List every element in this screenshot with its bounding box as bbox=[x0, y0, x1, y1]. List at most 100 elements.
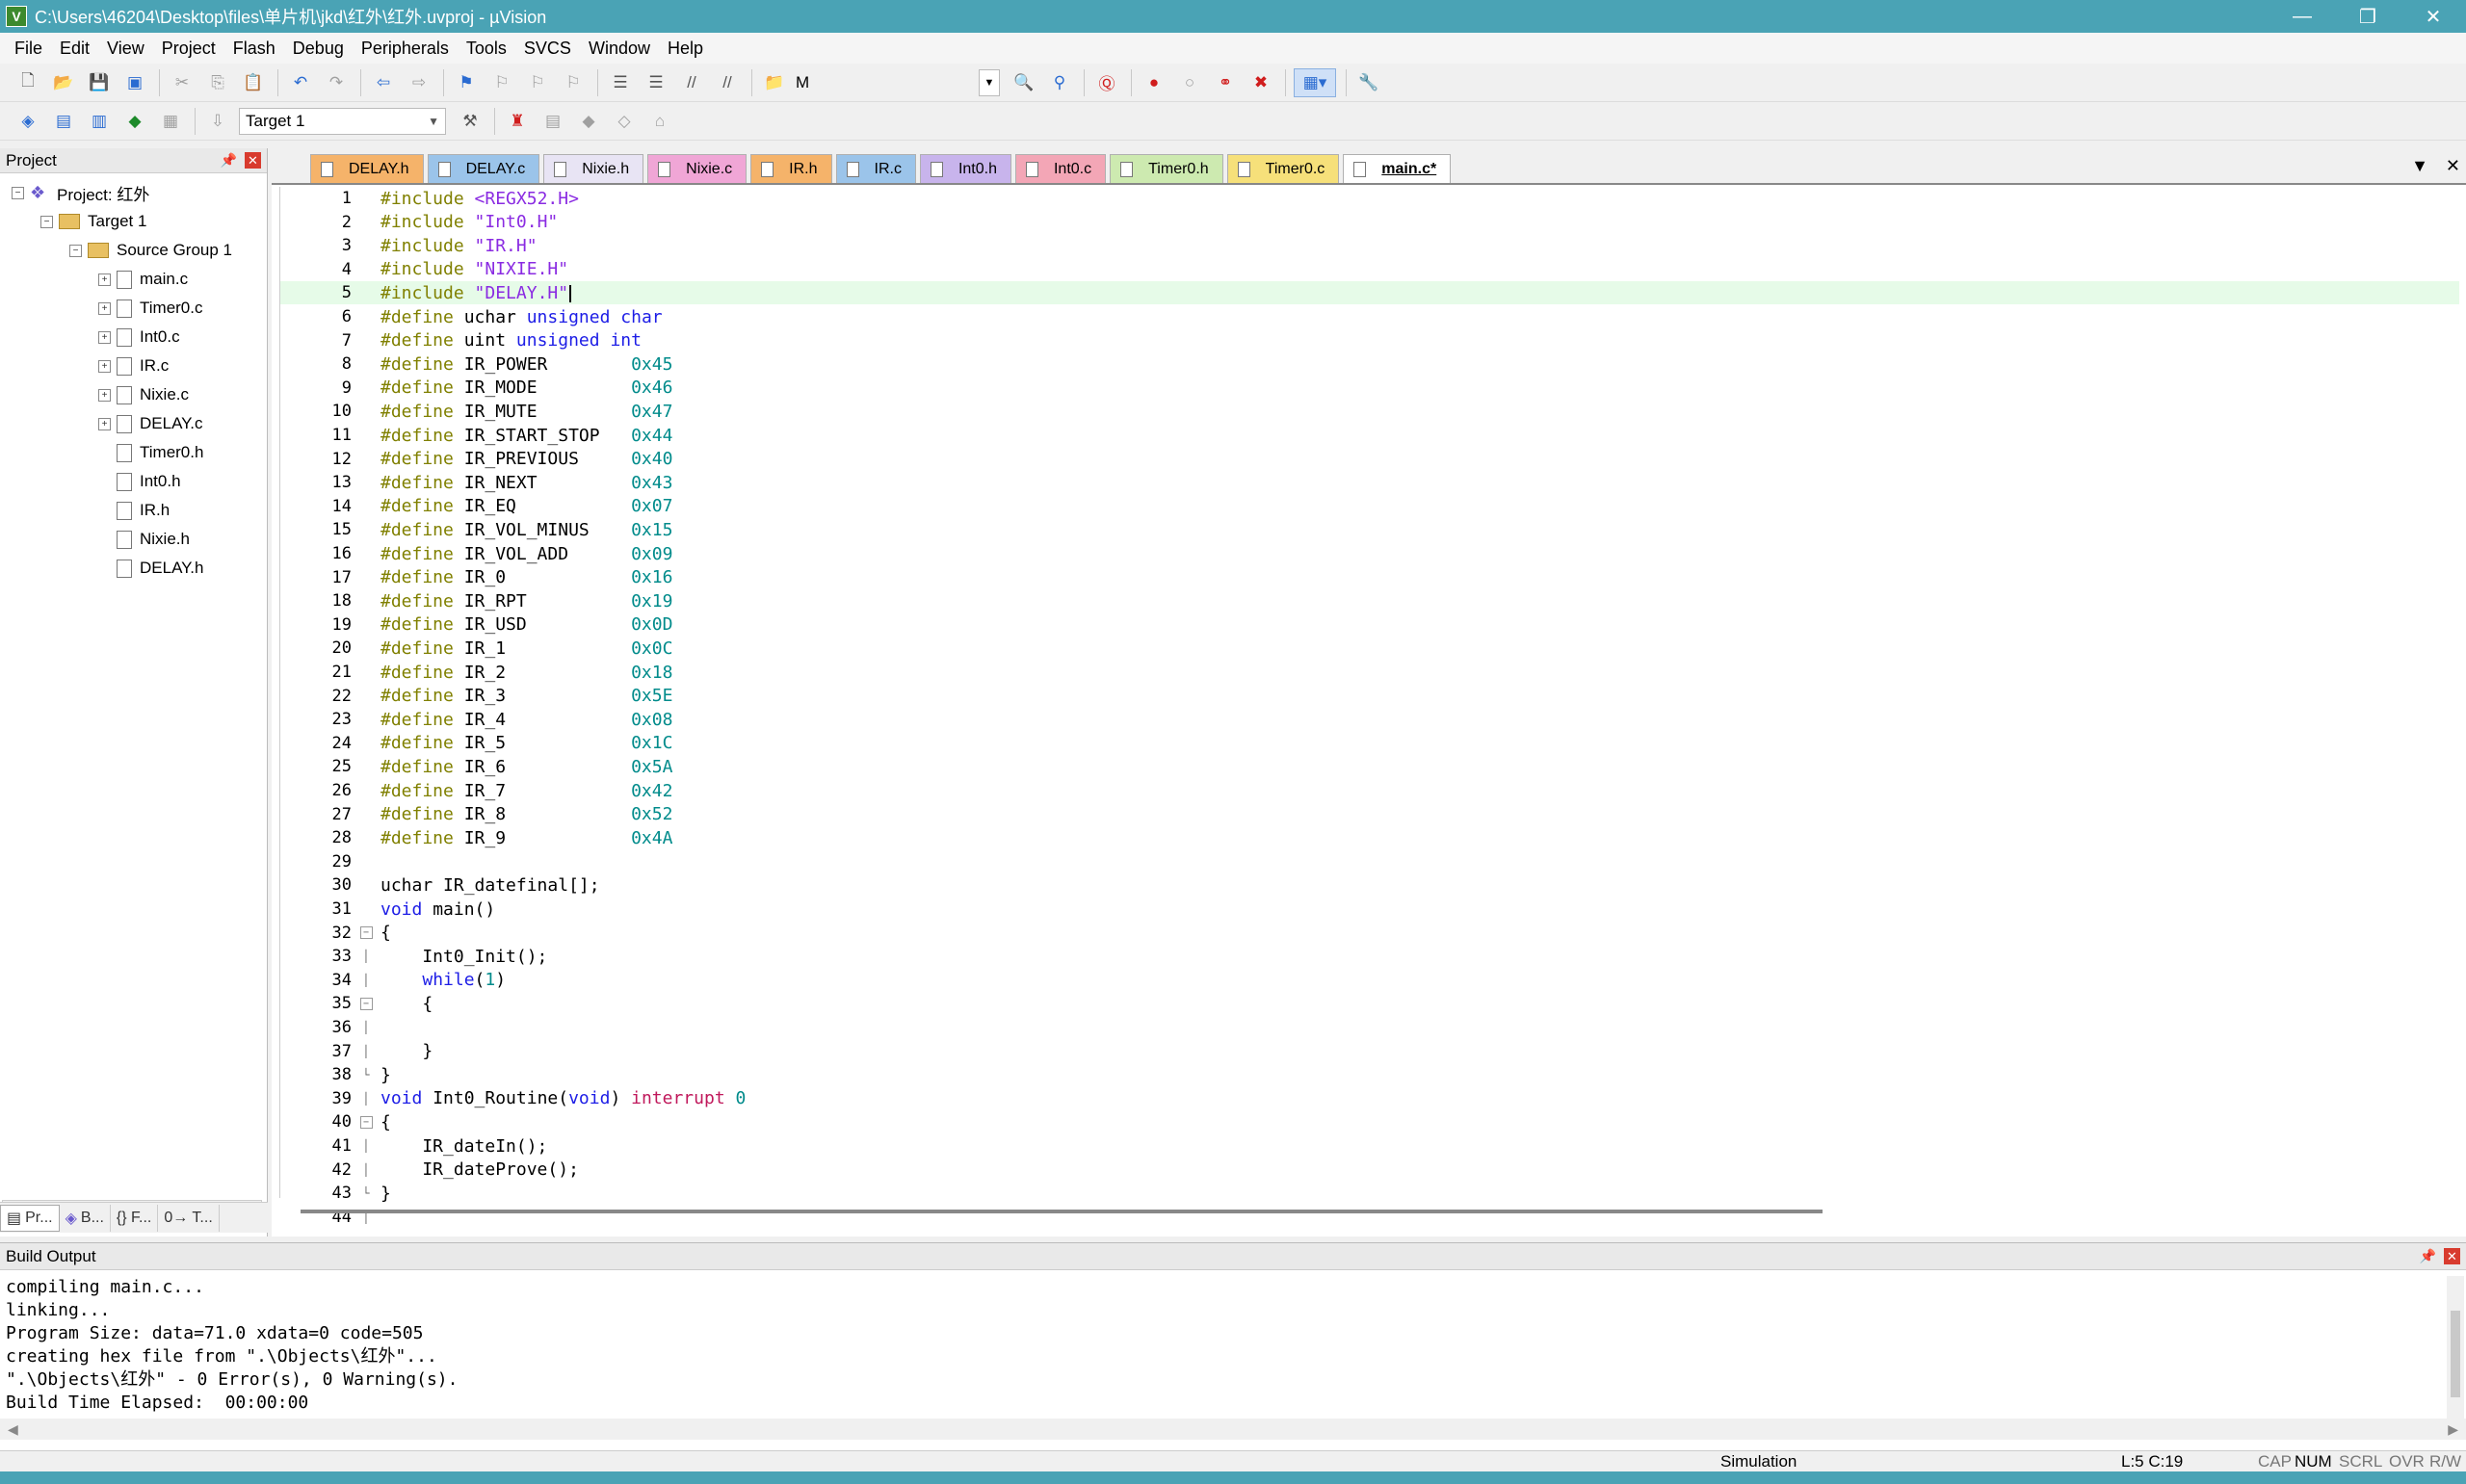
copy-icon[interactable]: ⎘ bbox=[203, 68, 232, 97]
tree-file[interactable]: + IR.c bbox=[98, 352, 169, 379]
manage-project-items-icon[interactable]: ♜ bbox=[503, 107, 532, 136]
close-button[interactable]: ✕ bbox=[2400, 0, 2466, 33]
editor-tab[interactable]: Timer0.h bbox=[1110, 154, 1223, 183]
comment-icon[interactable]: // bbox=[677, 68, 706, 97]
download-icon[interactable]: ⇩ bbox=[203, 107, 232, 136]
redo-icon[interactable]: ↷ bbox=[322, 68, 351, 97]
menu-help[interactable]: Help bbox=[659, 39, 712, 59]
expand-icon[interactable]: + bbox=[98, 301, 111, 315]
tab-project[interactable]: ▤ Pr... bbox=[0, 1204, 60, 1232]
menu-flash[interactable]: Flash bbox=[224, 39, 284, 59]
window-layout-icon[interactable]: ▦▾ bbox=[1294, 67, 1336, 97]
tree-file[interactable]: + DELAY.c bbox=[98, 410, 203, 437]
editor-tab[interactable]: DELAY.h bbox=[310, 154, 424, 183]
scroll-left-icon[interactable]: ◀ bbox=[8, 1421, 18, 1438]
find-icon[interactable]: 🔍 bbox=[1010, 68, 1038, 97]
tree-group[interactable]: − Source Group 1 bbox=[69, 237, 232, 264]
editor-hscrollbar[interactable] bbox=[301, 1210, 1823, 1213]
close-icon[interactable]: ✕ bbox=[2444, 1248, 2460, 1264]
pin-icon[interactable]: 📌 bbox=[221, 152, 237, 169]
output-vscrollbar[interactable] bbox=[2447, 1276, 2464, 1440]
code-editor[interactable]: 1 #include <REGX52.H> 2 #include "Int0.H" 3 #… bbox=[279, 187, 2459, 1227]
scroll-thumb[interactable] bbox=[2451, 1311, 2460, 1397]
fold-icon[interactable]: − bbox=[359, 926, 373, 940]
unindent-icon[interactable]: ☰ bbox=[642, 68, 670, 97]
tab-functions[interactable]: {} F... bbox=[111, 1204, 159, 1232]
scroll-right-icon[interactable]: ▶ bbox=[2448, 1421, 2458, 1438]
menu-debug[interactable]: Debug bbox=[284, 39, 353, 59]
close-icon[interactable]: ✕ bbox=[245, 152, 261, 169]
expand-icon[interactable]: + bbox=[98, 417, 111, 430]
tree-file[interactable]: Timer0.h bbox=[98, 439, 203, 466]
undo-icon[interactable]: ↶ bbox=[286, 68, 315, 97]
tree-file[interactable]: + Nixie.c bbox=[98, 381, 189, 408]
batch-build-icon[interactable]: ◆ bbox=[120, 107, 149, 136]
editor-tab[interactable]: Int0.c bbox=[1014, 154, 1107, 183]
editor-tab[interactable]: Nixie.c bbox=[647, 154, 748, 183]
expand-icon[interactable]: + bbox=[98, 273, 111, 286]
menu-file[interactable]: File bbox=[6, 39, 51, 59]
disable-breakpoint-icon[interactable]: ○ bbox=[1175, 68, 1204, 97]
save-all-icon[interactable]: ▣ bbox=[120, 68, 149, 97]
menu-peripherals[interactable]: Peripherals bbox=[353, 39, 458, 59]
tree-file[interactable]: Nixie.h bbox=[98, 526, 190, 553]
expand-icon[interactable]: + bbox=[98, 359, 111, 373]
cut-icon[interactable]: ✂ bbox=[168, 68, 197, 97]
editor-tab[interactable]: IR.h bbox=[750, 154, 832, 183]
close-icon[interactable]: ✕ bbox=[2446, 156, 2460, 176]
select-packs-icon[interactable]: ◆ bbox=[574, 107, 603, 136]
navigate-back-icon[interactable]: ⇦ bbox=[369, 68, 398, 97]
pack-installer-icon[interactable]: ◇ bbox=[610, 107, 639, 136]
menu-window[interactable]: Window bbox=[580, 39, 659, 59]
expand-icon[interactable]: + bbox=[98, 388, 111, 402]
tree-file[interactable]: Int0.h bbox=[98, 468, 181, 495]
editor-tab[interactable]: DELAY.c bbox=[427, 154, 540, 183]
tab-books[interactable]: ◈ B... bbox=[60, 1204, 111, 1232]
menu-project[interactable]: Project bbox=[153, 39, 224, 59]
tree-root[interactable]: − ❖ Project: 红外 bbox=[12, 179, 149, 206]
collapse-icon[interactable]: − bbox=[69, 244, 82, 257]
collapse-icon[interactable]: − bbox=[40, 215, 53, 228]
tree-file[interactable]: + Int0.c bbox=[98, 324, 180, 351]
output-hscrollbar[interactable]: ◀ ▶ bbox=[0, 1419, 2466, 1440]
indent-icon[interactable]: ☰ bbox=[606, 68, 635, 97]
build-icon[interactable]: ▤ bbox=[49, 107, 78, 136]
collapse-icon[interactable]: − bbox=[12, 186, 24, 199]
tab-list-icon[interactable]: ▼ bbox=[2411, 156, 2428, 176]
target-select[interactable]: Target 1 ▼ bbox=[239, 107, 446, 135]
incremental-find-icon[interactable]: ⚲ bbox=[1045, 68, 1074, 97]
fold-icon[interactable]: − bbox=[359, 1115, 373, 1129]
bookmark-icon[interactable]: ⚑ bbox=[452, 68, 481, 97]
prev-bookmark-icon[interactable]: ⚐ bbox=[487, 68, 516, 97]
manage-rte-icon[interactable]: ▤ bbox=[538, 107, 567, 136]
tab-templates[interactable]: 0→ T... bbox=[158, 1204, 220, 1232]
menu-svcs[interactable]: SVCS bbox=[515, 39, 580, 59]
chevron-down-icon[interactable]: ▼ bbox=[979, 68, 1000, 96]
tree-target[interactable]: − Target 1 bbox=[40, 208, 146, 235]
clear-bookmarks-icon[interactable]: ⚐ bbox=[559, 68, 588, 97]
menu-tools[interactable]: Tools bbox=[458, 39, 515, 59]
tree-file[interactable]: DELAY.h bbox=[98, 555, 203, 582]
kill-breakpoints-icon[interactable]: ✖ bbox=[1246, 68, 1275, 97]
restore-button[interactable]: ❐ bbox=[2335, 0, 2400, 33]
rebuild-icon[interactable]: ▥ bbox=[85, 107, 114, 136]
multi-project-icon[interactable]: ⌂ bbox=[645, 107, 674, 136]
target-options-icon[interactable]: ⚒ bbox=[456, 107, 485, 136]
tree-file[interactable]: IR.h bbox=[98, 497, 170, 524]
expand-icon[interactable]: + bbox=[98, 330, 111, 344]
uncomment-icon[interactable]: // bbox=[713, 68, 742, 97]
paste-icon[interactable]: 📋 bbox=[239, 68, 268, 97]
fold-icon[interactable]: − bbox=[359, 997, 373, 1010]
minimize-button[interactable]: — bbox=[2269, 0, 2335, 33]
editor-tab[interactable]: Timer0.c bbox=[1226, 154, 1340, 183]
find-combo[interactable]: M bbox=[796, 69, 979, 96]
translate-icon[interactable]: ◈ bbox=[13, 107, 42, 136]
editor-tab[interactable]: Int0.h bbox=[919, 154, 1011, 183]
menu-edit[interactable]: Edit bbox=[51, 39, 98, 59]
navigate-forward-icon[interactable]: ⇨ bbox=[405, 68, 433, 97]
editor-tab[interactable]: main.c* bbox=[1343, 154, 1452, 183]
breakpoint-icon[interactable]: ● bbox=[1140, 68, 1168, 97]
tree-file[interactable]: + Timer0.c bbox=[98, 295, 203, 322]
save-icon[interactable]: 💾 bbox=[85, 68, 114, 97]
start-debug-icon[interactable]: Ⓠ bbox=[1092, 68, 1121, 97]
